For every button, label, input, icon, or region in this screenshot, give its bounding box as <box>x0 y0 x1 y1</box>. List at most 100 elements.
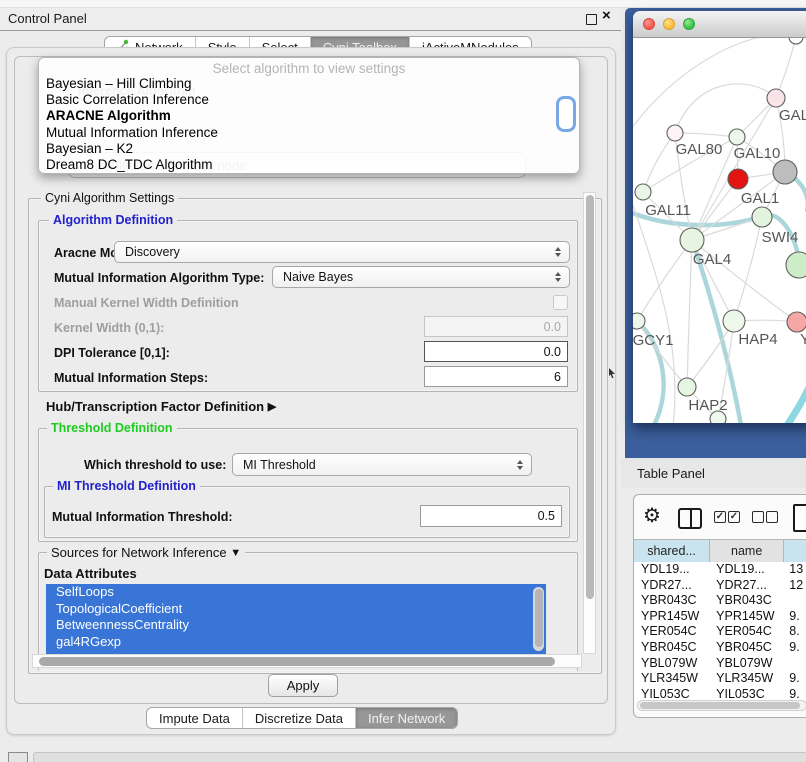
column-header-2[interactable] <box>784 540 806 562</box>
table-row[interactable]: YER054CYER054C8. <box>634 624 806 640</box>
network-node-hap4[interactable] <box>723 310 745 332</box>
network-node-gal1[interactable] <box>728 169 748 189</box>
hub-definition-label: Hub/Transcription Factor Definition <box>46 399 264 414</box>
network-canvas[interactable]: GALGAL80GAL10GAL1GAL11SWI4GAL4HAP4YGCY1H… <box>633 37 806 423</box>
table-row[interactable]: YBR043CYBR043C <box>634 593 806 609</box>
minimize-traffic-light[interactable] <box>663 18 675 30</box>
table-row[interactable]: YPR145WYPR145W9. <box>634 609 806 625</box>
network-edge <box>749 375 806 423</box>
table-cell: YLR345W <box>710 671 784 687</box>
attribute-item-selfloops[interactable]: SelfLoops <box>46 584 546 601</box>
mi-threshold-title: MI Threshold Definition <box>53 479 200 493</box>
table-row[interactable]: YBL079WYBL079W <box>634 656 806 672</box>
node-label-y: Y <box>800 331 806 348</box>
zoom-traffic-light[interactable] <box>683 18 695 30</box>
float-window-icon[interactable] <box>586 14 597 25</box>
mi-steps-label: Mutual Information Steps: <box>54 371 208 385</box>
node-label-gal80: GAL80 <box>676 141 723 158</box>
tab-label: Infer Network <box>368 711 445 726</box>
control-panel-titlebar: Control Panel × <box>0 8 621 31</box>
table-cell: 9. <box>784 671 806 687</box>
table-row[interactable]: YDR27...YDR27...12 <box>634 578 806 594</box>
close-icon[interactable]: × <box>602 7 611 24</box>
table-row[interactable]: YDL19...YDL19...13 <box>634 562 806 578</box>
tab-discretize-data[interactable]: Discretize Data <box>243 708 356 728</box>
select-checked-icon[interactable]: ✓ <box>714 511 726 523</box>
network-node-hap2[interactable] <box>678 378 696 396</box>
table-horizontal-scrollbar[interactable] <box>637 700 806 711</box>
table-cell: 12 <box>784 578 806 594</box>
table-cell: YPR145W <box>634 609 710 625</box>
attribute-item-topologicalcoefficient[interactable]: TopologicalCoefficient <box>46 601 546 618</box>
collapse-down-icon: ▼ <box>230 547 241 559</box>
dropdown-prompt: Select algorithm to view settings <box>39 61 579 76</box>
attribute-item-gal4rgexp[interactable]: gal4RGexp <box>46 634 546 651</box>
select-checked-icon[interactable]: ✓ <box>728 511 740 523</box>
app-root: Control Panel × NetworkStyleSelectCyni T… <box>0 0 806 762</box>
mi-steps-input[interactable]: 6 <box>424 366 568 387</box>
settings-horizontal-scrollbar[interactable] <box>32 654 582 668</box>
mi-type-select[interactable]: Naive Bayes <box>272 266 570 288</box>
tab-impute-data[interactable]: Impute Data <box>147 708 243 728</box>
network-node[interactable] <box>773 160 797 184</box>
collapse-right-icon: ▶ <box>268 401 276 413</box>
network-node-gal11[interactable] <box>635 184 651 200</box>
algorithm-option-bayesian-hill-climbing[interactable]: Bayesian – Hill Climbing <box>39 76 579 92</box>
sources-title[interactable]: Sources for Network Inference ▼ <box>47 545 245 560</box>
network-node-gcy1[interactable] <box>633 313 645 329</box>
manual-kernel-checkbox[interactable] <box>553 295 568 310</box>
attribute-item-betweennesscentrality[interactable]: BetweennessCentrality <box>46 617 546 634</box>
select-unchecked-icon[interactable] <box>752 511 764 523</box>
network-node[interactable] <box>789 37 803 44</box>
bottom-left-panel-icon[interactable] <box>8 752 28 762</box>
algorithm-option-bayesian-k2[interactable]: Bayesian – K2 <box>39 141 579 157</box>
new-table-icon[interactable] <box>793 504 806 532</box>
table-cell: YBL079W <box>710 656 784 672</box>
algorithm-option-dream8-dc-tdc-algorithm[interactable]: Dream8 DC_TDC Algorithm <box>39 157 579 173</box>
hub-definition-expander[interactable]: Hub/Transcription Factor Definition ▶ <box>46 399 276 414</box>
column-header-shared[interactable]: shared... <box>634 540 710 562</box>
settings-vertical-scrollbar[interactable] <box>583 192 596 654</box>
select-unchecked-icon[interactable] <box>766 511 778 523</box>
network-node-gal4[interactable] <box>680 228 704 252</box>
table-cell: YBR043C <box>634 593 710 609</box>
tab-infer-network[interactable]: Infer Network <box>356 708 457 728</box>
combo-focus-ring[interactable] <box>556 96 576 132</box>
algorithm-option-basic-correlation-inference[interactable]: Basic Correlation Inference <box>39 92 579 108</box>
table-cell: 8. <box>784 624 806 640</box>
table-body: YDL19...YDL19...13YDR27...YDR27...12YBR0… <box>634 562 806 701</box>
list-scrollbar[interactable] <box>533 587 544 651</box>
mi-threshold-input[interactable]: 0.5 <box>420 505 562 527</box>
network-node-gal10[interactable] <box>729 129 745 145</box>
table-panel-title: Table Panel <box>637 466 705 481</box>
gear-icon[interactable]: ⚙ <box>643 503 661 528</box>
dpi-tolerance-input[interactable]: 0.0 <box>424 341 568 362</box>
algorithm-option-mutual-information-inference[interactable]: Mutual Information Inference <box>39 125 579 141</box>
apply-button[interactable]: Apply <box>268 674 338 697</box>
network-node[interactable] <box>786 252 806 278</box>
data-attributes-label: Data Attributes <box>44 566 137 581</box>
close-traffic-light[interactable] <box>643 18 655 30</box>
kernel-width-input[interactable]: 0.0 <box>424 316 568 337</box>
network-window-titlebar[interactable] <box>633 11 806 38</box>
which-threshold-select[interactable]: MI Threshold <box>232 453 532 476</box>
network-node-gal[interactable] <box>767 89 785 107</box>
stepper-arrows-icon <box>555 247 562 257</box>
network-graph: GALGAL80GAL10GAL1GAL11SWI4GAL4HAP4YGCY1H… <box>633 37 806 423</box>
aracne-mode-select[interactable]: Discovery <box>114 241 570 263</box>
table-row[interactable]: YLR345WYLR345W9. <box>634 671 806 687</box>
table-row[interactable]: YBR045CYBR045C9. <box>634 640 806 656</box>
table-cell: YDR27... <box>634 578 710 594</box>
node-label-gal1: GAL1 <box>741 190 779 207</box>
table-cell: YDR27... <box>710 578 784 594</box>
mi-steps-value: 6 <box>554 370 561 384</box>
column-header-name[interactable]: name <box>710 540 784 562</box>
table-row[interactable]: YIL053CYIL053C9. <box>634 687 806 701</box>
sources-title-text: Sources for Network Inference <box>51 545 227 560</box>
bottom-resize-bar[interactable] <box>33 752 806 762</box>
network-node-swi4[interactable] <box>752 207 772 227</box>
algorithm-option-aracne-algorithm[interactable]: ARACNE Algorithm <box>39 108 579 124</box>
columns-icon[interactable] <box>678 508 702 529</box>
network-node-gal80[interactable] <box>667 125 683 141</box>
network-node-y[interactable] <box>787 312 806 332</box>
